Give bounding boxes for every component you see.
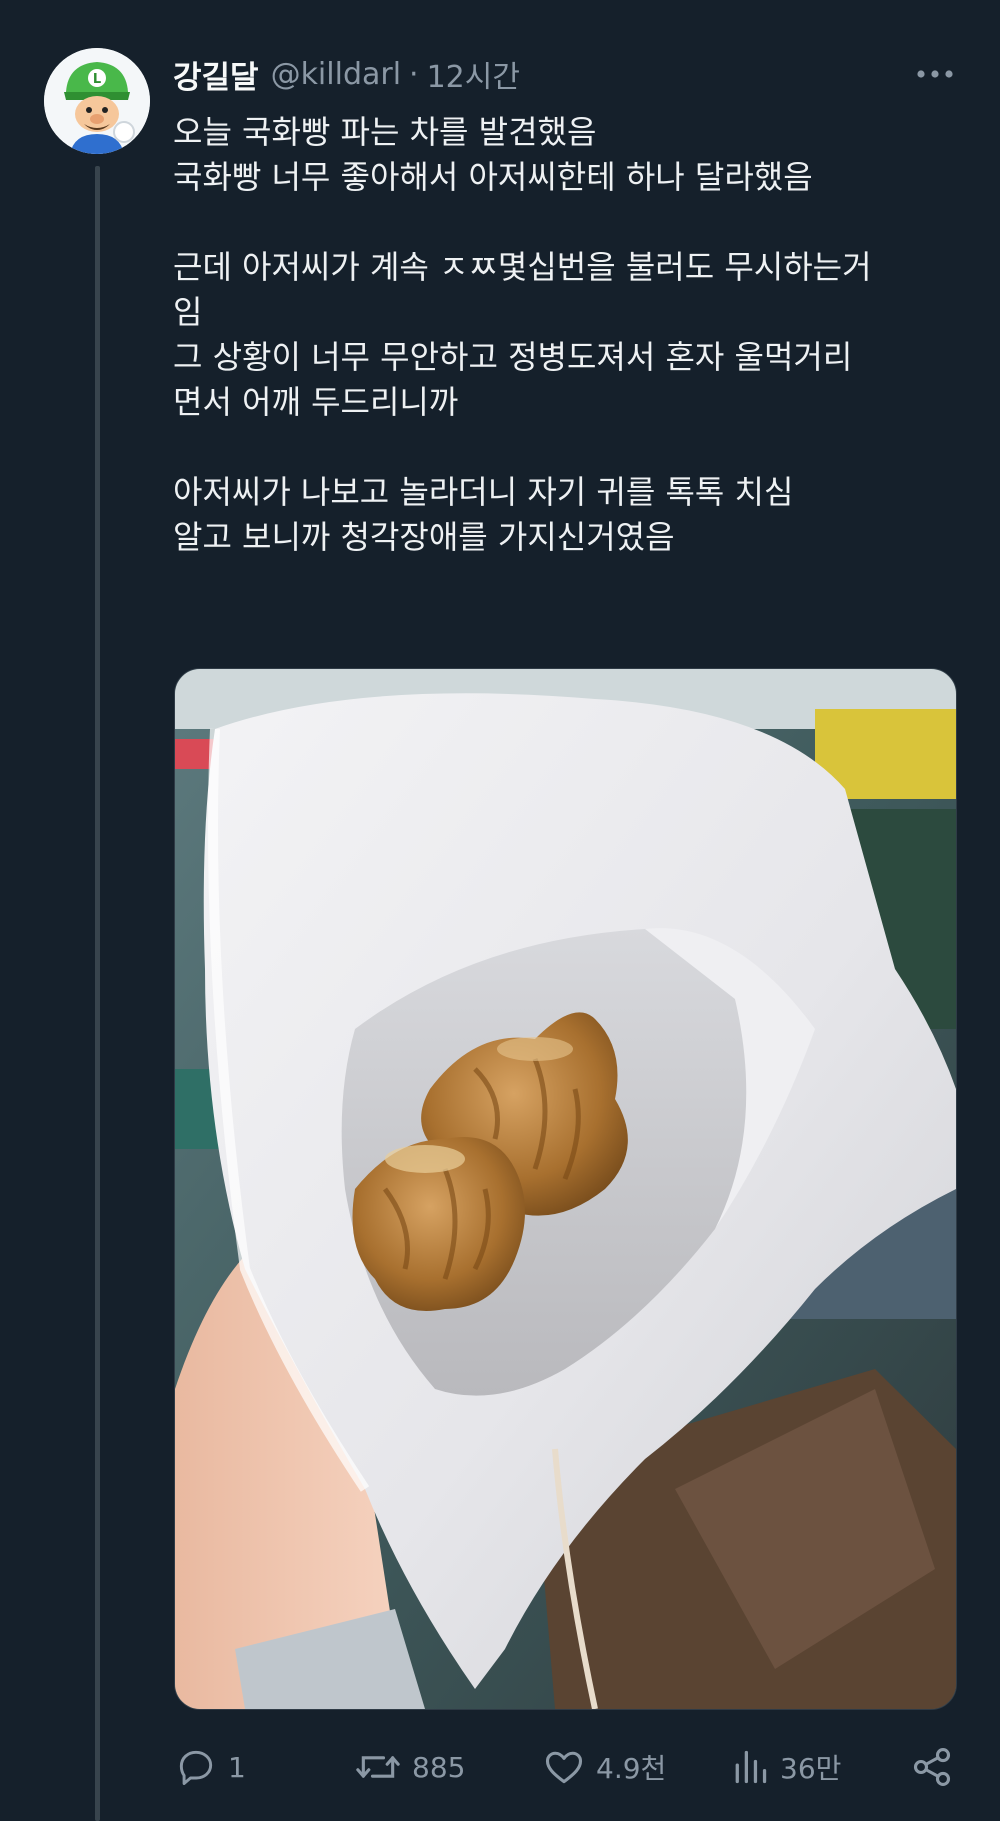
tweet-header: 강길달 @killdarl · 12시간 — [173, 52, 520, 96]
retweet-button[interactable]: 885 — [354, 1742, 465, 1792]
views-chart-icon — [735, 1750, 767, 1784]
more-dots-icon — [917, 70, 953, 78]
share-button[interactable] — [910, 1742, 954, 1792]
like-count: 4.9천 — [596, 1752, 667, 1785]
tweet-action-bar: 1 885 4.9천 36만 — [174, 1742, 974, 1792]
more-options-button[interactable] — [910, 56, 960, 92]
tweet-text-line: 아저씨가 나보고 놀라더니 자기 귀를 톡톡 치심 — [173, 473, 794, 511]
tweet-text-blank-line — [173, 200, 973, 245]
tweet: L 강길달 @killdarl · 12시간 오늘 국화빵 파는 차를 발견했음… — [0, 0, 1000, 1821]
reply-button[interactable]: 1 — [174, 1742, 246, 1792]
retweet-count: 885 — [412, 1750, 466, 1784]
views-button[interactable]: 36만 — [730, 1742, 841, 1792]
tweet-text-line: 임 — [173, 293, 203, 331]
avatar[interactable]: L — [44, 48, 150, 154]
heart-icon — [545, 1751, 583, 1784]
tweet-text-line: 근데 아저씨가 계속 ㅈㅉ몇십번을 불러도 무시하는거 — [173, 248, 872, 286]
author-handle[interactable]: @killdarl — [271, 57, 401, 92]
tweet-media-photo[interactable] — [174, 668, 957, 1710]
tweet-text-line: 국화빵 너무 좋아해서 아저씨한테 하나 달라했음 — [173, 158, 813, 196]
bread-in-bag-photo-icon — [175, 669, 956, 1709]
tweet-text: 오늘 국화빵 파는 차를 발견했음 국화빵 너무 좋아해서 아저씨한테 하나 달… — [173, 110, 973, 560]
avatar-character-icon: L — [44, 48, 150, 154]
header-separator: · — [409, 56, 419, 92]
view-count: 36만 — [780, 1752, 842, 1785]
like-button[interactable]: 4.9천 — [542, 1742, 666, 1792]
reply-count: 1 — [228, 1750, 246, 1784]
reply-icon — [179, 1750, 213, 1785]
share-icon — [913, 1748, 951, 1786]
tweet-text-blank-line — [173, 425, 973, 470]
tweet-timestamp[interactable]: 12시간 — [427, 52, 520, 96]
author-name[interactable]: 강길달 — [173, 52, 259, 97]
tweet-text-line: 면서 어깨 두드리니까 — [173, 383, 459, 421]
thread-line — [95, 166, 100, 1821]
tweet-text-line: 오늘 국화빵 파는 차를 발견했음 — [173, 113, 597, 151]
retweet-icon — [356, 1756, 400, 1778]
tweet-text-line: 그 상황이 너무 무안하고 정병도져서 혼자 울먹거리 — [173, 338, 853, 376]
tweet-text-line: 알고 보니까 청각장애를 가지신거였음 — [173, 518, 675, 556]
svg-text:L: L — [93, 72, 101, 87]
